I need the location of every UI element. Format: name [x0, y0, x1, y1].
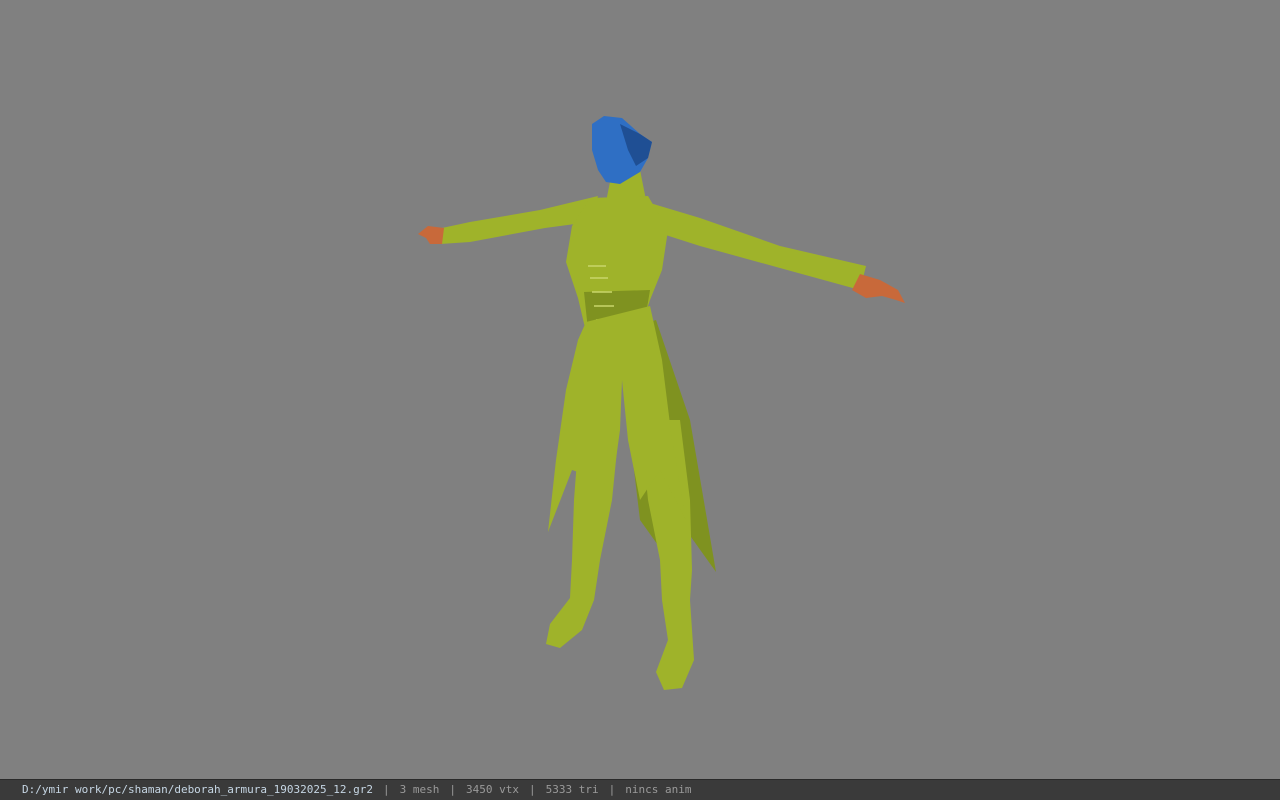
mesh-count: 3 mesh [399, 783, 440, 796]
right-hand [852, 274, 905, 303]
vertex-count: 3450 vtx [466, 783, 519, 796]
right-arm [640, 200, 866, 290]
left-hand [418, 226, 444, 244]
separator: | [383, 783, 390, 796]
3d-viewport[interactable] [0, 0, 1280, 779]
anim-status: nincs anim [625, 783, 692, 796]
separator: | [449, 783, 456, 796]
triangle-count: 5333 tri [545, 783, 599, 796]
separator: | [608, 783, 616, 796]
status-bar: D:/ymir work/pc/shaman/deborah_armura_19… [0, 779, 1280, 800]
model-render [418, 116, 905, 690]
file-path: D:/ymir work/pc/shaman/deborah_armura_19… [22, 783, 373, 796]
separator: | [528, 783, 536, 796]
